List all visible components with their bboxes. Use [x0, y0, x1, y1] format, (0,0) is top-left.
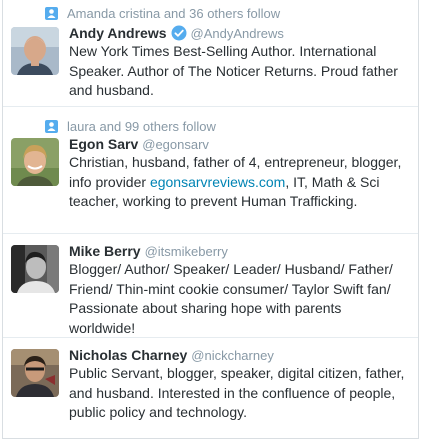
social-context: Amanda cristina and 36 others follow	[45, 5, 280, 21]
user-card[interactable]: laura and 99 others follow Egon Sarv @eg…	[3, 107, 418, 234]
name-row: Andy Andrews @AndyAndrews	[69, 25, 284, 41]
avatar[interactable]	[11, 245, 59, 293]
user-card[interactable]: Mike Berry @itsmikeberry Blogger/ Author…	[3, 234, 418, 338]
user-card[interactable]: Amanda cristina and 36 others follow And…	[3, 0, 418, 107]
name-row: Egon Sarv @egonsarv	[69, 136, 209, 152]
social-context-text: laura and 99 others follow	[67, 118, 216, 134]
social-context-text: Amanda cristina and 36 others follow	[67, 5, 281, 21]
who-to-follow-list: Amanda cristina and 36 others follow And…	[2, 0, 419, 439]
user-handle[interactable]: @egonsarv	[142, 137, 209, 152]
user-fullname[interactable]: Nicholas Charney	[69, 347, 187, 363]
user-bio: Blogger/ Author/ Speaker/ Leader/ Husban…	[69, 261, 393, 336]
person-icon	[45, 119, 58, 133]
avatar[interactable]	[11, 27, 59, 75]
bio-link[interactable]: egonsarvreviews.com	[150, 174, 285, 190]
user-bio: Public Servant, blogger, speaker, digita…	[69, 365, 405, 420]
user-card[interactable]: Nicholas Charney @nickcharney Public Ser…	[3, 338, 418, 438]
user-fullname[interactable]: Mike Berry	[69, 243, 141, 259]
name-row: Nicholas Charney @nickcharney	[69, 347, 274, 363]
person-icon	[45, 6, 58, 20]
user-fullname[interactable]: Andy Andrews	[69, 25, 167, 41]
verified-badge-icon	[171, 25, 187, 41]
user-handle[interactable]: @AndyAndrews	[191, 26, 284, 41]
name-row: Mike Berry @itsmikeberry	[69, 243, 228, 259]
avatar[interactable]	[11, 138, 59, 186]
avatar[interactable]	[11, 349, 59, 397]
user-bio: New York Times Best-Selling Author. Inte…	[69, 43, 398, 98]
user-handle[interactable]: @nickcharney	[191, 348, 274, 363]
social-context: laura and 99 others follow	[45, 118, 216, 134]
user-bio: Christian, husband, father of 4, entrepr…	[69, 153, 410, 212]
user-handle[interactable]: @itsmikeberry	[145, 244, 228, 259]
user-fullname[interactable]: Egon Sarv	[69, 136, 138, 152]
